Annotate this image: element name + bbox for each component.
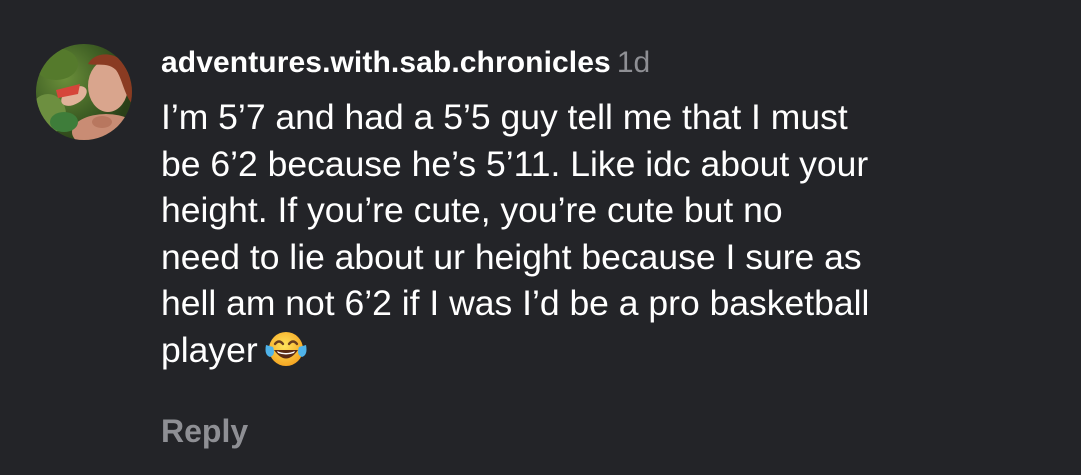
username[interactable]: adventures.with.sab.chronicles: [161, 46, 611, 79]
reply-button[interactable]: Reply: [161, 409, 248, 453]
timestamp: 1d: [616, 46, 651, 79]
comment-text-line: hell am not 6’2 if I was I’d be a pro ba…: [161, 283, 870, 323]
comment-text-line: I’m 5’7 and had a 5’5 guy tell me that I…: [161, 97, 848, 137]
face-with-tears-of-joy-icon: [264, 329, 308, 381]
avatar-image: [36, 44, 132, 140]
comment-header: adventures.with.sab.chronicles 1d: [161, 40, 1061, 86]
comment-text: I’m 5’7 and had a 5’5 guy tell me that I…: [161, 94, 1061, 380]
comment-text-line: height. If you’re cute, you’re cute but …: [161, 190, 783, 230]
comment-text-line: be 6’2 because he’s 5’11. Like idc about…: [161, 143, 869, 184]
avatar[interactable]: [36, 44, 132, 140]
comment-body: adventures.with.sab.chronicles 1d I’m 5’7…: [161, 40, 1061, 380]
comment-text-line: player: [161, 329, 258, 370]
comment-text-last-line: player: [161, 327, 1061, 381]
comment-text-line: need to lie about ur height because I su…: [161, 236, 862, 277]
comment: adventures.with.sab.chronicles 1d I’m 5’7…: [0, 0, 1081, 475]
